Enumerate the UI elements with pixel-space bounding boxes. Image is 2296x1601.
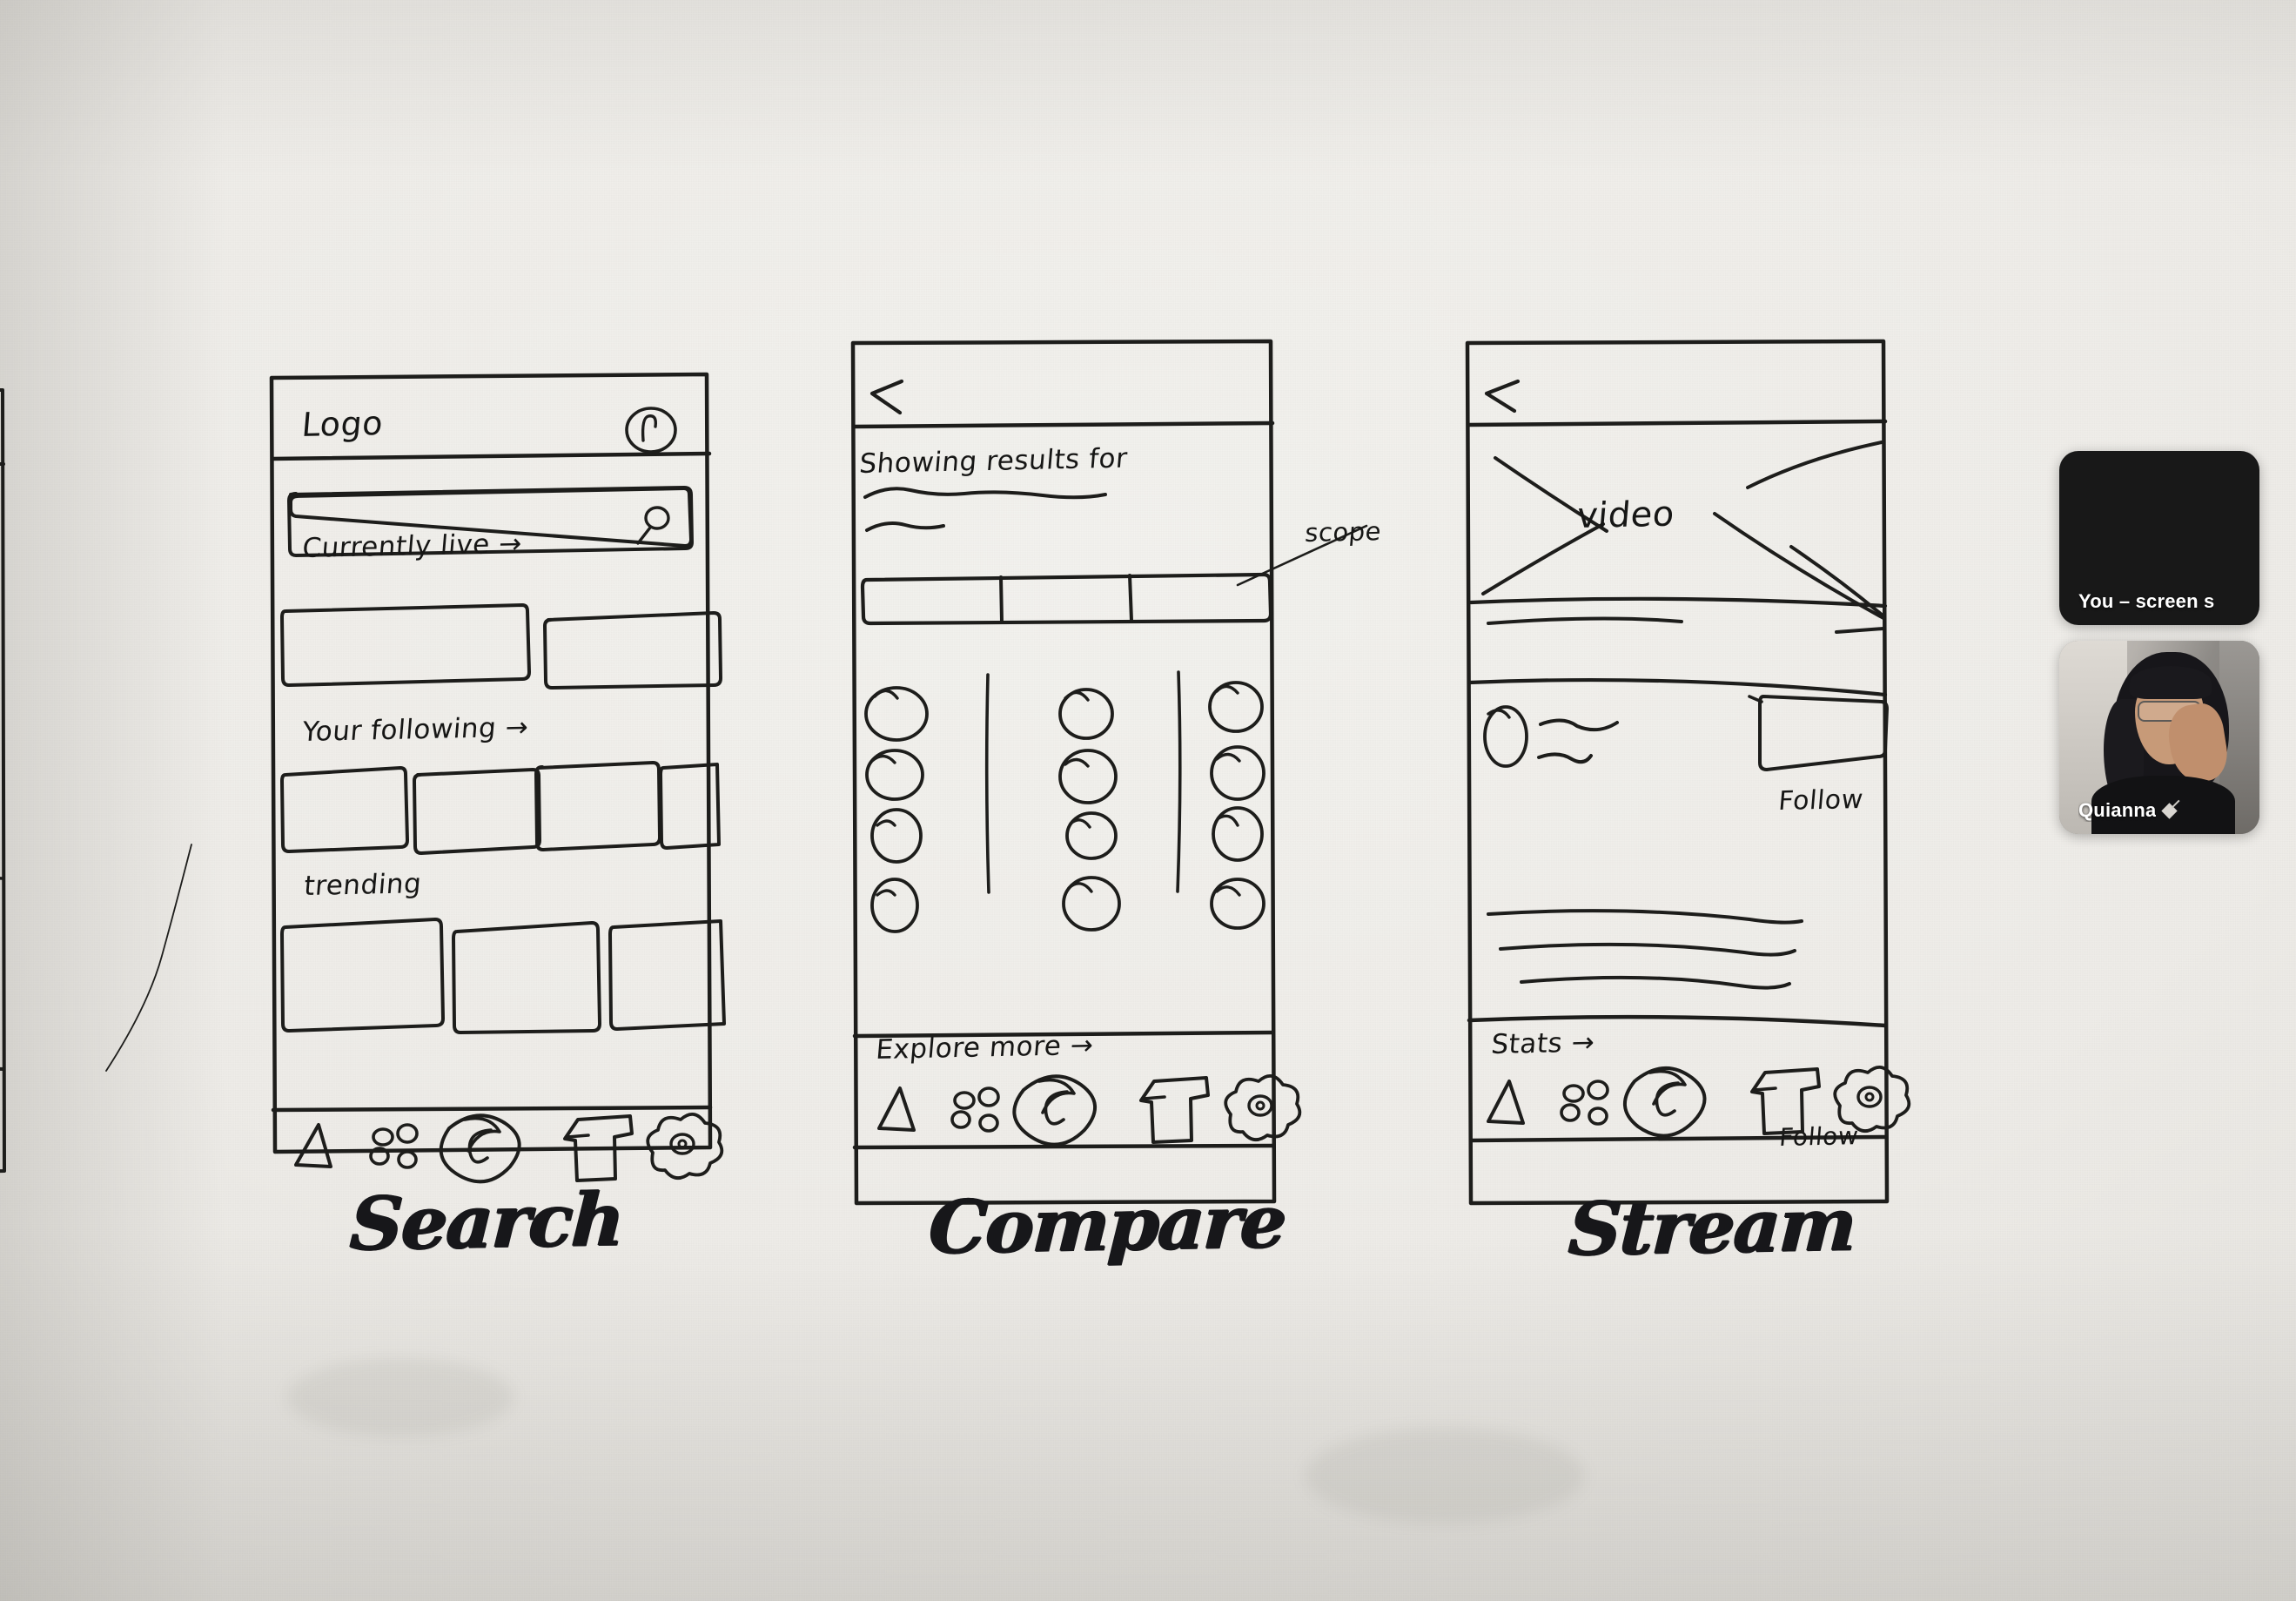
- annotation-curve-left: [87, 836, 252, 1080]
- compare-back-chevron-icon: [869, 379, 904, 415]
- wireframe-screen-search: [261, 366, 731, 1167]
- grid-dots-icon: [369, 1123, 419, 1169]
- flower-profile-icon: [1833, 1066, 1911, 1133]
- compare-scope-annotation-label: scope: [1304, 516, 1383, 548]
- triangle-home-icon: [877, 1086, 916, 1132]
- grid-dots-icon: [950, 1086, 1000, 1133]
- triangle-home-icon: [294, 1123, 332, 1168]
- flower-profile-icon: [646, 1113, 724, 1180]
- center-circle-icon: [1622, 1066, 1707, 1138]
- ticket-icon: [1750, 1067, 1821, 1135]
- call-tile-participant-label: Quianna: [2078, 799, 2157, 821]
- caption-compare: Compare: [927, 1177, 1288, 1270]
- search-avatar-icon[interactable]: [622, 400, 683, 461]
- ticket-icon: [1139, 1076, 1210, 1144]
- caption-stream: Stream: [1567, 1181, 1858, 1272]
- flower-profile-icon: [1224, 1074, 1302, 1141]
- search-section-label-your-following[interactable]: Your following →: [301, 712, 530, 748]
- search-logo-label: Logo: [300, 404, 386, 444]
- grid-dots-icon: [1560, 1080, 1609, 1126]
- search-section-label-trending[interactable]: trending: [303, 868, 423, 902]
- participant-fringe: [2129, 665, 2212, 699]
- paper-smudge: [1306, 1428, 1584, 1524]
- center-circle-icon: [1012, 1074, 1098, 1147]
- center-circle-icon: [439, 1113, 521, 1184]
- ticket-icon: [563, 1114, 634, 1182]
- call-tile-screen-share-label: You – screen s: [2078, 590, 2215, 612]
- triangle-home-icon: [1487, 1080, 1525, 1125]
- stream-follow-label[interactable]: Follow: [1777, 784, 1864, 817]
- stream-back-chevron-icon: [1484, 379, 1521, 414]
- paper-smudge: [287, 1358, 514, 1436]
- video-call-overlay: You – screen s Quianna: [2059, 451, 2259, 834]
- compare-results-label: Showing results for: [858, 442, 1129, 480]
- compare-bottom-nav[interactable]: [862, 1060, 1302, 1156]
- search-section-label-currently-live[interactable]: Currently live →: [301, 528, 523, 564]
- caption-search: Search: [348, 1175, 626, 1267]
- call-tile-participant[interactable]: Quianna: [2059, 641, 2259, 834]
- stream-video-label: video: [1575, 494, 1676, 536]
- stream-bottom-nav[interactable]: [1471, 1053, 1911, 1149]
- call-tile-screen-share[interactable]: You – screen s: [2059, 451, 2259, 625]
